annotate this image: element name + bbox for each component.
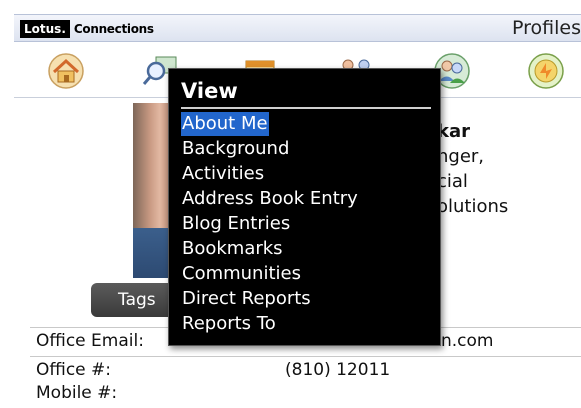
view-menu-title: View [181, 79, 238, 103]
app-title: Profiles [512, 17, 581, 39]
menu-item-blog-entries[interactable]: Blog Entries [181, 212, 291, 236]
logo-product: Connections [73, 22, 154, 36]
tags-button[interactable]: Tags [91, 283, 171, 317]
menu-item-about-me[interactable]: About Me [181, 112, 269, 136]
app-header: Lotus. Connections Profiles [14, 14, 581, 42]
profile-photo-shirt [133, 228, 171, 278]
menu-item-activities[interactable]: Activities [181, 162, 265, 186]
view-menu-divider [181, 107, 431, 109]
divider-email [30, 356, 581, 357]
office-number-label: Office #: [36, 360, 111, 380]
menu-item-background[interactable]: Background [181, 137, 290, 161]
profile-title-line-3: olutions [437, 196, 509, 217]
profile-title-line-1: nger, [437, 146, 485, 167]
profile-name: kar [437, 121, 470, 142]
view-menu: View About Me Background Activities Addr… [168, 68, 441, 346]
office-email-value[interactable]: n.com [441, 331, 494, 351]
status-icon[interactable] [526, 51, 566, 91]
menu-item-communities[interactable]: Communities [181, 262, 302, 286]
lotus-connections-logo: Lotus. Connections [20, 20, 154, 38]
mobile-number-label: Mobile #: [36, 383, 118, 403]
menu-item-direct-reports[interactable]: Direct Reports [181, 287, 312, 311]
menu-item-reports-to[interactable]: Reports To [181, 312, 277, 336]
profile-title-line-2: cial [437, 171, 468, 192]
menu-item-bookmarks[interactable]: Bookmarks [181, 237, 284, 261]
home-icon[interactable] [46, 51, 86, 91]
office-email-label: Office Email: [36, 331, 144, 351]
office-number-value[interactable]: (810) 12011 [285, 360, 390, 380]
menu-item-address-book-entry[interactable]: Address Book Entry [181, 187, 359, 211]
logo-brand: Lotus. [20, 20, 70, 38]
